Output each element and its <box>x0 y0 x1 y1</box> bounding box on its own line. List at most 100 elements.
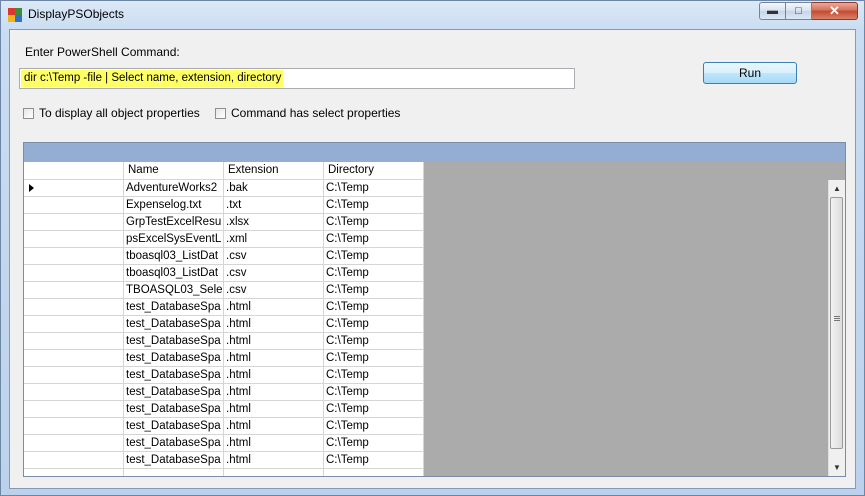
cell-extension[interactable]: .html <box>224 333 324 350</box>
scroll-up-button[interactable]: ▲ <box>829 180 845 197</box>
cell-directory[interactable]: C:\Temp <box>324 214 424 231</box>
minimize-button[interactable]: ▬ <box>759 2 786 20</box>
cell-directory[interactable]: C:\Temp <box>324 401 424 418</box>
row-header[interactable] <box>24 350 124 367</box>
table-row[interactable]: test_DatabaseSpa .html C:\Temp <box>24 435 424 452</box>
cell-extension[interactable]: .html <box>224 299 324 316</box>
all-properties-checkbox[interactable] <box>23 107 34 119</box>
table-row[interactable]: tboasql03_ListDat .csv C:\Temp <box>24 265 424 282</box>
cell-directory[interactable]: C:\Temp <box>324 299 424 316</box>
cell-extension[interactable]: .html <box>224 452 324 469</box>
cell-directory[interactable]: C:\Temp <box>324 418 424 435</box>
table-row[interactable]: test_DatabaseSpa .html C:\Temp <box>24 418 424 435</box>
cell-extension[interactable]: .txt <box>224 197 324 214</box>
cell-name[interactable]: test_DatabaseSpa <box>124 333 224 350</box>
table-row[interactable] <box>24 469 424 476</box>
cell-directory[interactable]: C:\Temp <box>324 316 424 333</box>
table-row[interactable]: test_DatabaseSpa .html C:\Temp <box>24 384 424 401</box>
cell-name[interactable]: tboasql03_ListDat <box>124 265 224 282</box>
cell-directory[interactable]: C:\Temp <box>324 197 424 214</box>
cell-directory[interactable]: C:\Temp <box>324 248 424 265</box>
column-header-directory[interactable]: Directory <box>324 162 424 180</box>
table-row[interactable]: test_DatabaseSpa .html C:\Temp <box>24 367 424 384</box>
cell-directory[interactable]: C:\Temp <box>324 367 424 384</box>
cell-name[interactable]: psExcelSysEventL <box>124 231 224 248</box>
cell-name[interactable]: test_DatabaseSpa <box>124 299 224 316</box>
row-header[interactable] <box>24 469 124 476</box>
cell-name[interactable]: test_DatabaseSpa <box>124 316 224 333</box>
cell-extension[interactable]: .html <box>224 384 324 401</box>
cell-extension[interactable]: .csv <box>224 265 324 282</box>
cell-extension[interactable]: .xml <box>224 231 324 248</box>
row-header[interactable] <box>24 333 124 350</box>
row-header[interactable] <box>24 316 124 333</box>
cell-name[interactable]: test_DatabaseSpa <box>124 452 224 469</box>
cell-extension[interactable]: .html <box>224 418 324 435</box>
table-row[interactable]: Expenselog.txt .txt C:\Temp <box>24 197 424 214</box>
cell-name[interactable]: TBOASQL03_Sele <box>124 282 224 299</box>
table-row[interactable]: TBOASQL03_Sele .csv C:\Temp <box>24 282 424 299</box>
run-button[interactable]: Run <box>703 62 797 84</box>
cell-extension[interactable]: .html <box>224 367 324 384</box>
cell-name[interactable]: test_DatabaseSpa <box>124 367 224 384</box>
row-header[interactable] <box>24 435 124 452</box>
cell-directory[interactable]: C:\Temp <box>324 452 424 469</box>
row-header[interactable] <box>24 384 124 401</box>
row-header[interactable] <box>24 214 124 231</box>
cell-name[interactable]: test_DatabaseSpa <box>124 435 224 452</box>
cell-name[interactable]: test_DatabaseSpa <box>124 384 224 401</box>
row-header[interactable] <box>24 401 124 418</box>
cell-directory[interactable]: C:\Temp <box>324 265 424 282</box>
cell-name[interactable]: GrpTestExcelResu <box>124 214 224 231</box>
all-properties-checkbox-row[interactable]: To display all object properties <box>23 106 200 120</box>
row-header[interactable] <box>24 282 124 299</box>
scrollbar-thumb[interactable] <box>830 197 843 449</box>
row-header[interactable] <box>24 418 124 435</box>
cell-directory[interactable]: C:\Temp <box>324 231 424 248</box>
cell-directory[interactable]: C:\Temp <box>324 333 424 350</box>
cell-extension[interactable]: .html <box>224 350 324 367</box>
table-row[interactable]: tboasql03_ListDat .csv C:\Temp <box>24 248 424 265</box>
grid-corner-header[interactable] <box>24 162 124 180</box>
cell-name[interactable]: test_DatabaseSpa <box>124 418 224 435</box>
cell-name[interactable] <box>124 469 224 476</box>
cell-extension[interactable]: .html <box>224 435 324 452</box>
cell-extension[interactable] <box>224 469 324 476</box>
cell-extension[interactable]: .html <box>224 316 324 333</box>
close-button[interactable]: ✕ <box>812 2 858 20</box>
command-input[interactable]: dir c:\Temp -file | Select name, extensi… <box>19 68 575 89</box>
cell-extension[interactable]: .bak <box>224 180 324 197</box>
cell-directory[interactable]: C:\Temp <box>324 350 424 367</box>
column-header-name[interactable]: Name <box>124 162 224 180</box>
scroll-down-button[interactable]: ▼ <box>829 459 845 476</box>
table-row[interactable]: psExcelSysEventL .xml C:\Temp <box>24 231 424 248</box>
cell-directory[interactable] <box>324 469 424 476</box>
table-row[interactable]: AdventureWorks2 .bak C:\Temp <box>24 180 424 197</box>
cell-name[interactable]: tboasql03_ListDat <box>124 248 224 265</box>
cell-directory[interactable]: C:\Temp <box>324 435 424 452</box>
cell-name[interactable]: Expenselog.txt <box>124 197 224 214</box>
cell-name[interactable]: test_DatabaseSpa <box>124 350 224 367</box>
cell-name[interactable]: test_DatabaseSpa <box>124 401 224 418</box>
cell-extension[interactable]: .csv <box>224 282 324 299</box>
cell-directory[interactable]: C:\Temp <box>324 282 424 299</box>
table-row[interactable]: test_DatabaseSpa .html C:\Temp <box>24 316 424 333</box>
title-bar[interactable]: DisplayPSObjects ▬ □ ✕ <box>1 1 864 29</box>
cell-extension[interactable]: .xlsx <box>224 214 324 231</box>
row-header[interactable] <box>24 197 124 214</box>
select-properties-checkbox-row[interactable]: Command has select properties <box>215 106 400 120</box>
table-row[interactable]: test_DatabaseSpa .html C:\Temp <box>24 401 424 418</box>
row-header[interactable] <box>24 299 124 316</box>
table-row[interactable]: test_DatabaseSpa .html C:\Temp <box>24 333 424 350</box>
row-header[interactable] <box>24 452 124 469</box>
results-data-grid[interactable]: Name Extension Directory AdventureWorks2… <box>23 142 846 477</box>
table-row[interactable]: test_DatabaseSpa .html C:\Temp <box>24 350 424 367</box>
cell-extension[interactable]: .csv <box>224 248 324 265</box>
table-row[interactable]: GrpTestExcelResu .xlsx C:\Temp <box>24 214 424 231</box>
row-header[interactable] <box>24 180 124 197</box>
cell-extension[interactable]: .html <box>224 401 324 418</box>
column-header-extension[interactable]: Extension <box>224 162 324 180</box>
row-header[interactable] <box>24 231 124 248</box>
select-properties-checkbox[interactable] <box>215 107 226 119</box>
cell-directory[interactable]: C:\Temp <box>324 384 424 401</box>
